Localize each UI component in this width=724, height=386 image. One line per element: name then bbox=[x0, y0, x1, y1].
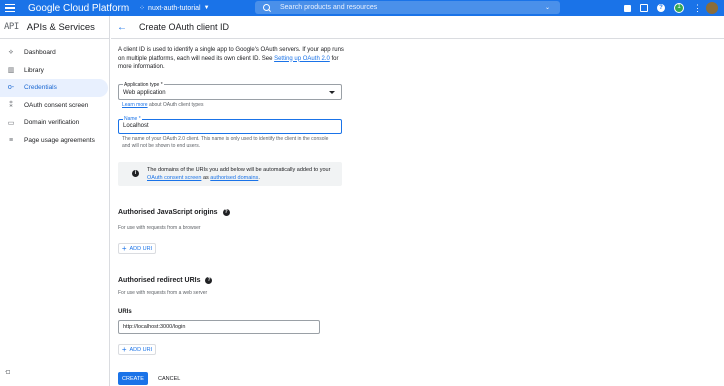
learn-more-suffix: about OAuth client types bbox=[147, 102, 204, 108]
sidebar-nav: ⟡ Dashboard ▥ Library o- Credentials ⁑ O… bbox=[0, 44, 109, 149]
key-icon: o- bbox=[7, 84, 15, 92]
info-box: i The domains of the URIs you add below … bbox=[118, 162, 342, 186]
intro-text: A client ID is used to identify a single… bbox=[118, 46, 348, 72]
create-button[interactable]: CREATE bbox=[118, 372, 148, 385]
help-icon[interactable]: ? bbox=[657, 4, 665, 12]
sidebar-title: APIs & Services bbox=[26, 21, 95, 33]
intro-block: A client ID is used to identify a single… bbox=[118, 46, 348, 72]
sidebar-header: API APIs & Services bbox=[0, 16, 109, 39]
help-icon[interactable]: ? bbox=[205, 277, 213, 284]
sidebar-item-label: Dashboard bbox=[24, 49, 56, 57]
sidebar: API APIs & Services ⟡ Dashboard ▥ Librar… bbox=[0, 16, 110, 386]
agreements-icon: ≡ bbox=[8, 136, 14, 144]
sidebar-item-oauth-consent[interactable]: ⁑ OAuth consent screen bbox=[0, 97, 109, 115]
application-type-label: Application type * bbox=[123, 82, 164, 88]
info-text-prefix: The domains of the URIs you add below wi… bbox=[147, 167, 331, 173]
library-icon: ▥ bbox=[7, 67, 15, 75]
consent-icon: ⁑ bbox=[9, 102, 13, 110]
js-origins-help: For use with requests from a browser bbox=[118, 225, 201, 231]
add-redirect-uri-button[interactable]: + ADD URI bbox=[118, 344, 156, 355]
search-icon bbox=[263, 4, 270, 11]
project-name: nuxt-auth-tutorial bbox=[148, 4, 201, 12]
application-type-select[interactable]: Application type * Web application bbox=[118, 82, 342, 100]
cloud-shell-icon[interactable] bbox=[640, 4, 648, 12]
collapse-sidebar-icon[interactable]: ⟤ bbox=[5, 369, 10, 377]
search-expand-icon[interactable]: ⌄ bbox=[545, 4, 550, 11]
sidebar-item-credentials[interactable]: o- Credentials bbox=[0, 79, 108, 97]
gift-icon[interactable] bbox=[624, 4, 631, 12]
name-input[interactable]: Localhost bbox=[123, 123, 149, 129]
js-origins-title: Authorised JavaScript origins bbox=[118, 209, 218, 216]
page-title: Create OAuth client ID bbox=[139, 22, 230, 32]
add-uri-label: ADD URI bbox=[129, 245, 153, 252]
project-selector[interactable]: ⁘ nuxt-auth-tutorial ▼ bbox=[139, 4, 210, 13]
info-text-suffix: . bbox=[258, 175, 260, 181]
search-input[interactable]: Search products and resources bbox=[280, 4, 377, 11]
redirect-uri-input[interactable]: http://localhost:3000/login bbox=[118, 320, 320, 334]
learn-more-row: Learn more about OAuth client types bbox=[122, 102, 203, 108]
top-actions: ? 1 ⋮ bbox=[624, 2, 718, 14]
cancel-button[interactable]: CANCEL bbox=[158, 372, 180, 385]
sidebar-item-page-usage[interactable]: ≡ Page usage agreements bbox=[0, 132, 109, 150]
info-icon: i bbox=[132, 170, 139, 177]
add-js-origin-button[interactable]: + ADD URI bbox=[118, 243, 156, 254]
sidebar-item-label: Library bbox=[24, 66, 44, 74]
info-text: The domains of the URIs you add below wi… bbox=[147, 166, 337, 182]
redirect-uris-title: Authorised redirect URIs bbox=[118, 277, 201, 284]
redirect-uris-heading: Authorised redirect URIs ? bbox=[118, 277, 213, 284]
domain-icon: ▭ bbox=[7, 119, 15, 127]
add-uri-label: ADD URI bbox=[129, 346, 153, 353]
brand-title[interactable]: Google Cloud Platform bbox=[28, 3, 129, 14]
menu-icon[interactable] bbox=[5, 4, 15, 12]
uris-label: URIs bbox=[118, 309, 132, 315]
name-label: Name * bbox=[123, 116, 142, 122]
info-text-mid: as bbox=[201, 175, 211, 181]
sidebar-item-label: Domain verification bbox=[24, 119, 80, 127]
name-help-text: The name of your OAuth 2.0 client. This … bbox=[122, 136, 329, 149]
more-options-icon[interactable]: ⋮ bbox=[693, 4, 702, 13]
oauth-consent-link[interactable]: OAuth consent screen bbox=[147, 175, 201, 181]
help-icon[interactable]: ? bbox=[222, 209, 230, 216]
sidebar-item-label: OAuth consent screen bbox=[24, 101, 89, 109]
dashboard-icon: ⟡ bbox=[8, 48, 14, 56]
project-icon: ⁘ bbox=[139, 5, 146, 12]
sidebar-item-label: Page usage agreements bbox=[24, 136, 95, 144]
authorised-domains-link[interactable]: authorised domains bbox=[210, 175, 258, 181]
dropdown-arrow-icon bbox=[329, 91, 335, 94]
application-type-value: Web application bbox=[123, 90, 166, 96]
content-header: ← Create OAuth client ID bbox=[111, 16, 724, 39]
notifications-icon[interactable]: 1 bbox=[674, 3, 684, 13]
avatar[interactable] bbox=[706, 2, 718, 14]
api-logo-icon: API bbox=[4, 22, 19, 32]
js-origins-heading: Authorised JavaScript origins ? bbox=[118, 209, 230, 216]
sidebar-item-label: Credentials bbox=[24, 84, 57, 92]
plus-icon: + bbox=[121, 244, 127, 253]
search-bar[interactable]: Search products and resources ⌄ bbox=[255, 1, 560, 14]
chevron-down-icon: ▼ bbox=[203, 5, 210, 11]
sidebar-item-dashboard[interactable]: ⟡ Dashboard bbox=[0, 44, 109, 62]
setup-oauth-link[interactable]: Setting up OAuth 2.0 bbox=[274, 56, 330, 62]
back-arrow-icon[interactable]: ← bbox=[117, 22, 127, 33]
sidebar-item-domain-verification[interactable]: ▭ Domain verification bbox=[0, 114, 109, 132]
top-app-bar: Google Cloud Platform ⁘ nuxt-auth-tutori… bbox=[0, 0, 724, 16]
redirect-uris-help: For use with requests from a web server bbox=[118, 290, 208, 296]
name-field[interactable]: Name * Localhost bbox=[118, 116, 342, 134]
sidebar-item-library[interactable]: ▥ Library bbox=[0, 62, 109, 80]
learn-more-link[interactable]: Learn more bbox=[122, 102, 148, 108]
plus-icon: + bbox=[121, 345, 127, 354]
